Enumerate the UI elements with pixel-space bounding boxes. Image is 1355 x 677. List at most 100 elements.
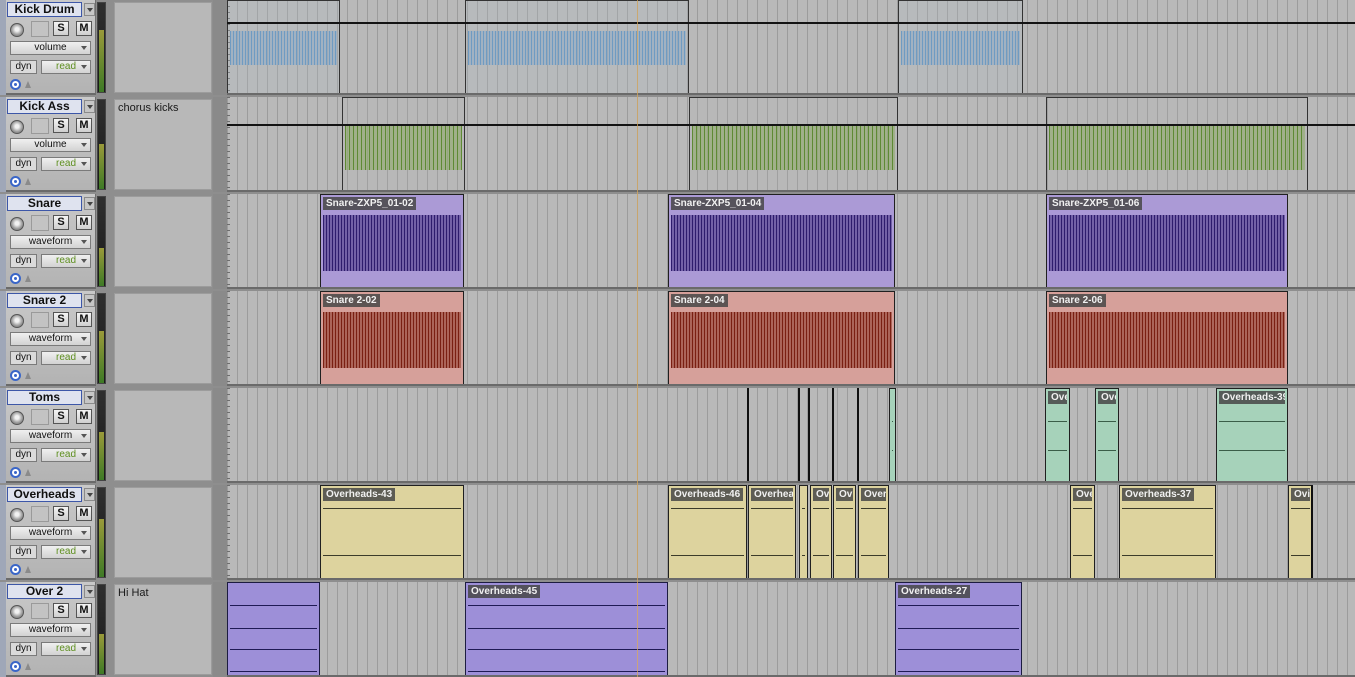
track-name-menu-icon[interactable] bbox=[84, 100, 95, 113]
track-select-strip[interactable] bbox=[0, 388, 6, 483]
audio-clip[interactable]: Ove bbox=[1045, 388, 1070, 481]
audio-clip[interactable]: Ov bbox=[833, 485, 856, 578]
track-name[interactable]: Over 2 bbox=[7, 584, 82, 599]
track-view-selector[interactable]: waveform bbox=[10, 332, 91, 346]
audio-clip[interactable]: Snare-ZXP5_01-02 bbox=[320, 194, 464, 287]
elastic-audio-button[interactable]: dyn bbox=[10, 254, 37, 268]
track-name-menu-icon[interactable] bbox=[84, 488, 95, 501]
track-view-selector[interactable]: volume bbox=[10, 138, 91, 152]
track-view-selector[interactable]: waveform bbox=[10, 623, 91, 637]
playlist-lane[interactable]: Overheads-45 Overheads-27 bbox=[227, 582, 1355, 677]
audio-clip[interactable]: Overheads-39 bbox=[1216, 388, 1288, 481]
audio-clip[interactable]: Snare 2-06 bbox=[1046, 291, 1288, 384]
record-enable-button[interactable] bbox=[10, 508, 24, 522]
audio-clip[interactable] bbox=[689, 97, 898, 190]
record-enable-button[interactable] bbox=[10, 23, 24, 37]
track-comments[interactable] bbox=[114, 2, 212, 93]
track-name-menu-icon[interactable] bbox=[84, 294, 95, 307]
solo-button[interactable]: S bbox=[53, 603, 69, 618]
audio-clip[interactable] bbox=[342, 97, 465, 190]
automation-mode-selector[interactable]: read bbox=[41, 545, 91, 559]
mute-button[interactable]: M bbox=[76, 312, 92, 327]
playlist-lane[interactable] bbox=[227, 97, 1355, 192]
elastic-audio-button[interactable]: dyn bbox=[10, 642, 37, 656]
track-name-menu-icon[interactable] bbox=[84, 3, 95, 16]
input-monitor-button[interactable] bbox=[31, 21, 49, 37]
solo-button[interactable]: S bbox=[53, 215, 69, 230]
mute-button[interactable]: M bbox=[76, 409, 92, 424]
automation-mode-selector[interactable]: read bbox=[41, 60, 91, 74]
track-name[interactable]: Snare 2 bbox=[7, 293, 82, 308]
input-monitor-button[interactable] bbox=[31, 312, 49, 328]
mute-button[interactable]: M bbox=[76, 506, 92, 521]
audio-clip[interactable]: Ov bbox=[810, 485, 832, 578]
track-comments[interactable] bbox=[114, 293, 212, 384]
solo-button[interactable]: S bbox=[53, 506, 69, 521]
automation-mode-selector[interactable]: read bbox=[41, 157, 91, 171]
elastic-audio-button[interactable]: dyn bbox=[10, 545, 37, 559]
audio-clip[interactable] bbox=[898, 0, 1023, 93]
track-name-menu-icon[interactable] bbox=[84, 391, 95, 404]
track-io-icon[interactable] bbox=[10, 273, 21, 284]
audio-clip[interactable]: Snare 2-04 bbox=[668, 291, 895, 384]
track-name[interactable]: Kick Ass bbox=[7, 99, 82, 114]
track-comments[interactable] bbox=[114, 487, 212, 578]
record-enable-button[interactable] bbox=[10, 411, 24, 425]
solo-button[interactable]: S bbox=[53, 312, 69, 327]
record-enable-button[interactable] bbox=[10, 120, 24, 134]
track-io-icon[interactable] bbox=[10, 467, 21, 478]
input-monitor-button[interactable] bbox=[31, 118, 49, 134]
track-select-strip[interactable] bbox=[0, 194, 6, 289]
automation-mode-selector[interactable]: read bbox=[41, 254, 91, 268]
track-io-icon[interactable] bbox=[10, 79, 21, 90]
track-view-selector[interactable]: waveform bbox=[10, 235, 91, 249]
automation-mode-selector[interactable]: read bbox=[41, 642, 91, 656]
volume-automation-line[interactable] bbox=[227, 124, 1355, 126]
record-enable-button[interactable] bbox=[10, 605, 24, 619]
automation-mode-selector[interactable]: read bbox=[41, 448, 91, 462]
track-io-icon[interactable] bbox=[10, 176, 21, 187]
audio-clip[interactable]: Ove bbox=[1095, 388, 1119, 481]
track-name[interactable]: Overheads bbox=[7, 487, 82, 502]
track-io-icon[interactable] bbox=[10, 661, 21, 672]
solo-button[interactable]: S bbox=[53, 409, 69, 424]
playlist-lane[interactable]: Snare 2-02 Snare 2-04 Snare 2-06 bbox=[227, 291, 1355, 386]
mute-button[interactable]: M bbox=[76, 21, 92, 36]
track-select-strip[interactable] bbox=[0, 0, 6, 95]
mute-button[interactable]: M bbox=[76, 603, 92, 618]
audio-clip[interactable]: Snare-ZXP5_01-06 bbox=[1046, 194, 1288, 287]
track-select-strip[interactable] bbox=[0, 485, 6, 580]
audio-clip[interactable]: Overheads-37 bbox=[1119, 485, 1216, 578]
elastic-audio-button[interactable]: dyn bbox=[10, 60, 37, 74]
audio-clip[interactable]: Ovi bbox=[1288, 485, 1313, 578]
track-io-icon[interactable] bbox=[10, 370, 21, 381]
audio-clip[interactable]: Overheads-46 bbox=[668, 485, 747, 578]
audio-clip[interactable]: Snare-ZXP5_01-04 bbox=[668, 194, 895, 287]
record-enable-button[interactable] bbox=[10, 217, 24, 231]
mute-button[interactable]: M bbox=[76, 118, 92, 133]
playlist-lane[interactable]: Overheads-43 Overheads-46 Overhea Ov Ov Over O… bbox=[227, 485, 1355, 580]
playlist-lane[interactable] bbox=[227, 0, 1355, 95]
audio-clip[interactable] bbox=[227, 582, 320, 675]
audio-clip[interactable] bbox=[799, 485, 808, 578]
track-name[interactable]: Kick Drum bbox=[7, 2, 82, 17]
track-comments[interactable]: Hi Hat bbox=[114, 584, 212, 675]
solo-button[interactable]: S bbox=[53, 21, 69, 36]
track-name[interactable]: Toms bbox=[7, 390, 82, 405]
audio-clip[interactable]: Overheads-27 bbox=[895, 582, 1022, 675]
elastic-audio-button[interactable]: dyn bbox=[10, 157, 37, 171]
playlist-lane[interactable]: Snare-ZXP5_01-02 Snare-ZXP5_01-04 Snare-ZX… bbox=[227, 194, 1355, 289]
track-view-selector[interactable]: waveform bbox=[10, 526, 91, 540]
audio-clip[interactable] bbox=[227, 0, 340, 93]
track-io-icon[interactable] bbox=[10, 564, 21, 575]
audio-clip[interactable] bbox=[1046, 97, 1308, 190]
track-view-selector[interactable]: volume bbox=[10, 41, 91, 55]
input-monitor-button[interactable] bbox=[31, 506, 49, 522]
elastic-audio-button[interactable]: dyn bbox=[10, 351, 37, 365]
audio-clip[interactable]: Over bbox=[858, 485, 889, 578]
track-comments[interactable]: chorus kicks bbox=[114, 99, 212, 190]
track-name-menu-icon[interactable] bbox=[84, 585, 95, 598]
track-comments[interactable] bbox=[114, 390, 212, 481]
input-monitor-button[interactable] bbox=[31, 215, 49, 231]
record-enable-button[interactable] bbox=[10, 314, 24, 328]
